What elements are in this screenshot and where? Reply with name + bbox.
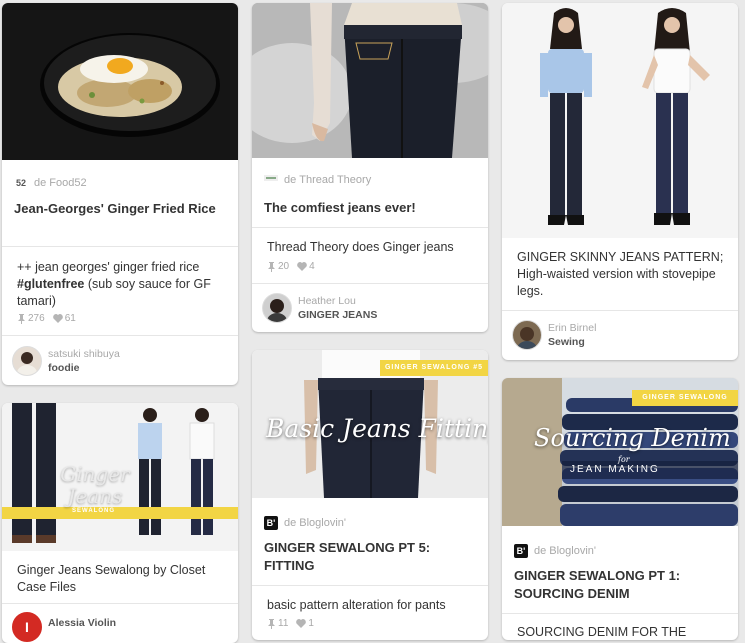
- repin-value: 11: [278, 618, 289, 629]
- pin-title[interactable]: GINGER SEWALONG PT 5: FITTING: [264, 539, 476, 575]
- like-count: 4: [297, 261, 315, 272]
- pin-image[interactable]: GINGER SEWALONG #5 Basic Jeans Fitting: [252, 350, 488, 498]
- overlay-title: Ginger Jeans: [60, 462, 130, 508]
- overlay-title: Sourcing Denim: [534, 424, 731, 452]
- overlay-banner: SEWALONG: [72, 508, 116, 514]
- divider: [502, 310, 738, 311]
- pin-stats: 20 4: [267, 261, 315, 272]
- pin-description: ++ jean georges' ginger fried rice #glut…: [17, 259, 226, 310]
- pin-image[interactable]: [502, 3, 738, 238]
- avatar[interactable]: [12, 346, 42, 376]
- source-name[interactable]: Bloglovin': [549, 545, 596, 557]
- pin-pinner[interactable]: satsuki shibuya foodie: [12, 346, 228, 376]
- board-name[interactable]: Sewing: [548, 335, 596, 349]
- avatar[interactable]: I: [12, 612, 42, 642]
- pin-icon: [268, 618, 275, 629]
- like-count: 1: [296, 618, 314, 629]
- pin-title[interactable]: Jean-Georges' Ginger Fried Rice: [14, 200, 226, 218]
- source-prefix: de: [34, 177, 47, 189]
- pin-source[interactable]: de Thread Theory: [264, 173, 371, 187]
- repin-count: 20: [267, 261, 289, 272]
- divider: [252, 585, 488, 586]
- pin-pinner[interactable]: Erin Birnel Sewing: [512, 320, 728, 350]
- repin-value: 20: [278, 261, 290, 272]
- overlay-subtitle: JEAN MAKING: [570, 464, 660, 475]
- sewalong-banner: GINGER SEWALONG: [632, 390, 738, 406]
- pin-card-sewalong[interactable]: Ginger Jeans SEWALONG Ginger Jeans Sewal…: [2, 403, 238, 643]
- board-name[interactable]: GINGER JEANS: [298, 308, 377, 322]
- repin-count: 276: [17, 313, 45, 324]
- source-prefix: de: [284, 517, 297, 529]
- desc-text: ++ jean georges' ginger fried rice: [17, 260, 200, 274]
- divider: [252, 283, 488, 284]
- pinner-name[interactable]: satsuki shibuya: [48, 347, 120, 361]
- pinner-name[interactable]: Heather Lou: [298, 294, 377, 308]
- pin-card-skinny-jeans[interactable]: GINGER SKINNY JEANS PATTERN; High-waiste…: [502, 3, 738, 360]
- heart-icon: [297, 262, 307, 271]
- pin-description: basic pattern alteration for pants: [267, 598, 446, 612]
- avatar[interactable]: [262, 293, 292, 323]
- pinner-name[interactable]: Alessia Violin: [48, 616, 116, 630]
- thread-theory-logo-icon: [264, 173, 278, 187]
- source-name[interactable]: Food52: [49, 177, 86, 189]
- pin-description: GINGER SKINNY JEANS PATTERN; High-waiste…: [517, 250, 724, 298]
- pin-pinner[interactable]: I Alessia Violin: [12, 612, 228, 642]
- divider: [2, 603, 238, 604]
- repin-count: 11: [267, 618, 288, 629]
- bloglovin-logo-icon: B': [514, 544, 528, 558]
- food52-logo-icon: 52: [15, 178, 26, 188]
- repin-value: 276: [28, 313, 45, 324]
- heart-icon: [296, 619, 307, 628]
- heart-icon: [52, 314, 63, 323]
- overlay-title: Basic Jeans Fitting: [266, 414, 488, 443]
- divider: [2, 246, 238, 247]
- pin-pinner[interactable]: Heather Lou GINGER JEANS: [262, 293, 478, 323]
- divider: [252, 227, 488, 228]
- source-prefix: de: [284, 174, 297, 186]
- pin-image[interactable]: [252, 3, 488, 158]
- pin-source[interactable]: 52 de Food52: [14, 176, 87, 190]
- like-value: 4: [309, 261, 315, 272]
- source-prefix: de: [534, 545, 547, 557]
- pin-image[interactable]: GINGER SEWALONG Sourcing Denim for JEAN …: [502, 378, 738, 526]
- pin-title[interactable]: GINGER SEWALONG PT 1: SOURCING DENIM: [514, 567, 726, 603]
- pin-image[interactable]: Ginger Jeans SEWALONG: [2, 403, 238, 551]
- pin-stats: 11 1: [267, 618, 314, 629]
- pin-card-sourcing-denim[interactable]: GINGER SEWALONG Sourcing Denim for JEAN …: [502, 378, 738, 640]
- overlay-for: for: [618, 455, 630, 464]
- avatar-letter: I: [25, 619, 29, 635]
- pin-icon: [18, 313, 25, 324]
- divider: [2, 335, 238, 336]
- source-name[interactable]: Bloglovin': [299, 517, 346, 529]
- pin-image[interactable]: [2, 3, 238, 160]
- divider: [502, 613, 738, 614]
- avatar[interactable]: [512, 320, 542, 350]
- hashtag-link[interactable]: #glutenfree: [17, 277, 84, 291]
- pin-description: Thread Theory does Ginger jeans: [267, 240, 454, 254]
- source-name[interactable]: Thread Theory: [299, 174, 371, 186]
- pin-icon: [268, 261, 275, 272]
- sewalong-banner: GINGER SEWALONG #5: [380, 360, 488, 376]
- pinner-name[interactable]: Erin Birnel: [548, 321, 596, 335]
- like-value: 61: [64, 313, 76, 324]
- pin-description: Ginger Jeans Sewalong by Closet Case Fil…: [17, 563, 206, 594]
- pin-stats: 276 61: [17, 313, 76, 324]
- pin-card-thread-theory[interactable]: de Thread Theory The comfiest jeans ever…: [252, 3, 488, 332]
- like-count: 61: [52, 313, 76, 324]
- pin-source[interactable]: B' de Bloglovin': [514, 544, 596, 558]
- pin-card-fried-rice[interactable]: 52 de Food52 Jean-Georges' Ginger Fried …: [2, 3, 238, 385]
- pin-description: SOURCING DENIM FOR THE: [517, 625, 687, 639]
- board-name[interactable]: foodie: [48, 361, 120, 375]
- pin-source[interactable]: B' de Bloglovin': [264, 516, 346, 530]
- like-value: 1: [308, 618, 314, 629]
- bloglovin-logo-icon: B': [264, 516, 278, 530]
- pin-card-jeans-fitting[interactable]: GINGER SEWALONG #5 Basic Jeans Fitting B…: [252, 350, 488, 640]
- pin-title[interactable]: The comfiest jeans ever!: [264, 199, 476, 217]
